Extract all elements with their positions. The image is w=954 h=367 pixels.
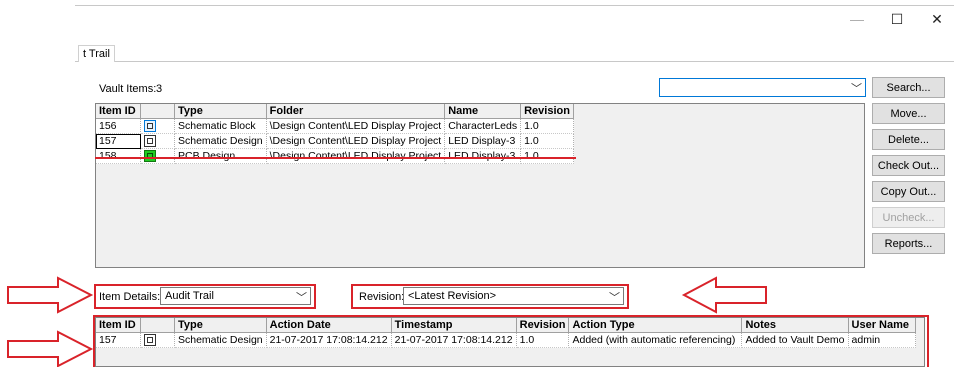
arrow-right-icon bbox=[7, 276, 94, 314]
schematic-design-icon bbox=[144, 135, 156, 148]
item-details-value: Audit Trail bbox=[165, 290, 214, 302]
vault-items-table: Item ID Type Folder Name Revision 156 Sc… bbox=[96, 104, 575, 164]
revision-value: <Latest Revision> bbox=[408, 290, 497, 302]
tab-strip bbox=[75, 43, 954, 62]
uncheck-button[interactable]: Uncheck... bbox=[872, 207, 945, 228]
item-details-dropdown[interactable]: Audit Trail ﹀ bbox=[160, 287, 311, 305]
cell-icon bbox=[140, 148, 175, 164]
table-row[interactable]: 158 PCB Design \Design Content\LED Displ… bbox=[96, 148, 575, 164]
cell-item-id: 157 bbox=[96, 133, 141, 149]
minimize-icon: — bbox=[850, 11, 864, 27]
reports-button[interactable]: Reports... bbox=[872, 233, 945, 254]
search-button[interactable]: Search... bbox=[872, 77, 945, 98]
col-name[interactable]: Name bbox=[444, 104, 522, 119]
minimize-button[interactable]: — bbox=[842, 8, 872, 30]
cell-name: LED Display-3 bbox=[444, 133, 522, 149]
vault-items-label: Vault Items: bbox=[99, 83, 157, 95]
cell-item-id: 156 bbox=[96, 118, 141, 134]
cell-revision: 1.0 bbox=[520, 118, 575, 134]
revision-dropdown[interactable]: <Latest Revision> ﹀ bbox=[403, 287, 624, 305]
col-item-id[interactable]: Item ID bbox=[96, 104, 141, 119]
move-button[interactable]: Move... bbox=[872, 103, 945, 124]
cell-type: Schematic Design bbox=[174, 133, 267, 149]
cell-revision: 1.0 bbox=[520, 133, 575, 149]
cell-name: CharacterLeds bbox=[444, 118, 522, 134]
cell-folder: \Design Content\LED Display Project bbox=[266, 148, 446, 164]
vault-items-grid[interactable]: Item ID Type Folder Name Revision 156 Sc… bbox=[95, 103, 865, 268]
selected-row-highlight bbox=[95, 157, 576, 159]
table-row[interactable]: 156 Schematic Block \Design Content\LED … bbox=[96, 118, 575, 134]
maximize-icon: ☐ bbox=[890, 10, 904, 27]
table-row[interactable]: 157 Schematic Design \Design Content\LED… bbox=[96, 133, 575, 149]
cell-item-id: 158 bbox=[96, 148, 141, 164]
cell-icon bbox=[140, 118, 175, 134]
close-icon: ✕ bbox=[931, 10, 943, 27]
cell-type: Schematic Block bbox=[174, 118, 267, 134]
tab-audit-trail[interactable]: t Trail bbox=[78, 45, 115, 62]
revision-label: Revision: bbox=[359, 291, 405, 303]
cell-folder: \Design Content\LED Display Project bbox=[266, 133, 446, 149]
copy-out-button[interactable]: Copy Out... bbox=[872, 181, 945, 202]
check-out-button[interactable]: Check Out... bbox=[872, 155, 945, 176]
vault-items-count: 3 bbox=[156, 83, 163, 95]
cell-type: PCB Design bbox=[174, 148, 267, 164]
chevron-down-icon: ﹀ bbox=[296, 292, 307, 304]
title-bar-divider bbox=[75, 5, 954, 6]
maximize-button[interactable]: ☐ bbox=[882, 8, 912, 30]
schematic-block-icon bbox=[144, 120, 156, 133]
cell-folder: \Design Content\LED Display Project bbox=[266, 118, 446, 134]
chevron-down-icon: ﹀ bbox=[609, 292, 620, 304]
search-combo[interactable]: ﹀ bbox=[659, 78, 866, 97]
delete-button[interactable]: Delete... bbox=[872, 129, 945, 150]
arrow-left-icon bbox=[681, 276, 767, 314]
item-details-label: Item Details: bbox=[99, 291, 161, 303]
arrow-right-icon bbox=[7, 330, 94, 367]
table-header-row: Item ID Type Folder Name Revision bbox=[96, 104, 575, 119]
cell-name: LED Display-3 bbox=[444, 148, 522, 164]
col-type[interactable]: Type bbox=[174, 104, 267, 119]
chevron-down-icon: ﹀ bbox=[851, 83, 862, 95]
col-icon[interactable] bbox=[140, 104, 175, 119]
close-button[interactable]: ✕ bbox=[922, 8, 952, 30]
cell-icon bbox=[140, 133, 175, 149]
audit-trail-highlight bbox=[93, 315, 929, 367]
col-folder[interactable]: Folder bbox=[266, 104, 446, 119]
cell-revision: 1.0 bbox=[520, 148, 575, 164]
col-revision[interactable]: Revision bbox=[520, 104, 575, 119]
